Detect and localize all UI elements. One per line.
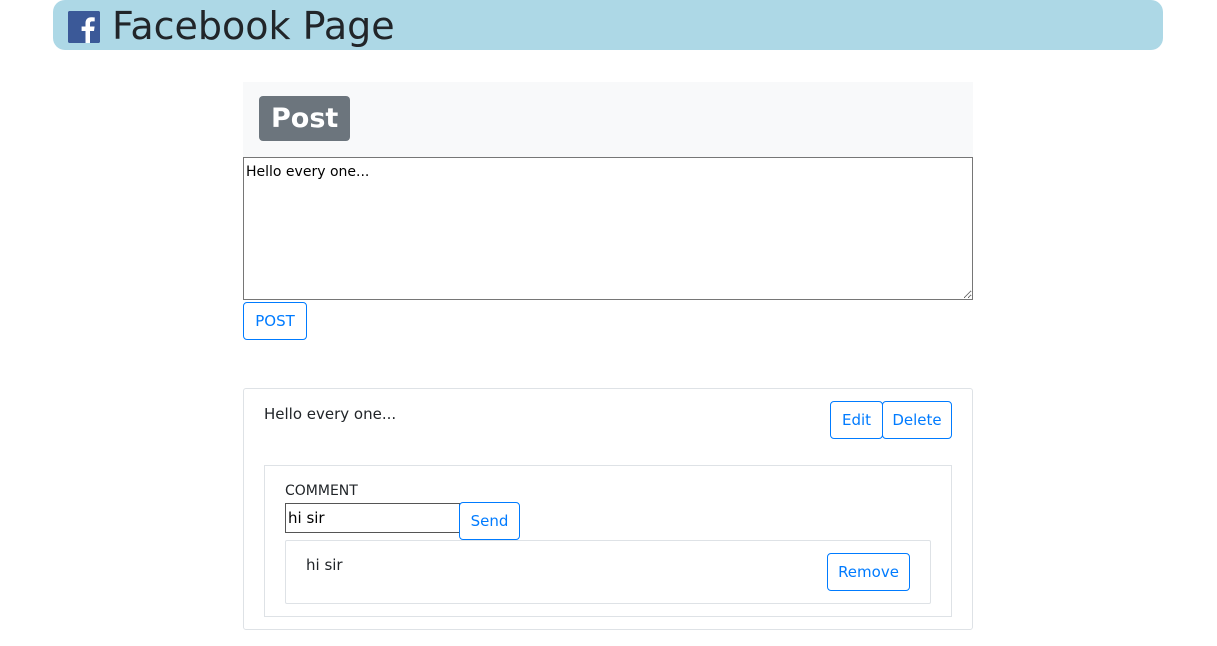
post-composer-header: Post xyxy=(243,82,973,157)
comment-item: hi sir Remove xyxy=(285,540,931,604)
comment-section: COMMENT Send hi sir Remove xyxy=(264,465,952,617)
send-button[interactable]: Send xyxy=(459,502,520,540)
delete-button[interactable]: Delete xyxy=(882,401,952,439)
comment-text: hi sir xyxy=(306,556,343,574)
edit-button[interactable]: Edit xyxy=(830,401,883,439)
post-card: Hello every one... Edit Delete COMMENT S… xyxy=(243,388,973,630)
post-textarea[interactable]: Hello every one... xyxy=(243,157,973,300)
post-badge: Post xyxy=(259,96,351,141)
page-title: Facebook Page xyxy=(112,4,395,48)
facebook-logo-icon xyxy=(68,11,100,43)
remove-button[interactable]: Remove xyxy=(827,553,910,591)
comment-label: COMMENT xyxy=(285,483,358,499)
comment-input[interactable] xyxy=(285,503,460,533)
post-button[interactable]: POST xyxy=(243,302,307,340)
page-header: Facebook Page xyxy=(53,0,1163,50)
post-text: Hello every one... xyxy=(264,405,397,423)
